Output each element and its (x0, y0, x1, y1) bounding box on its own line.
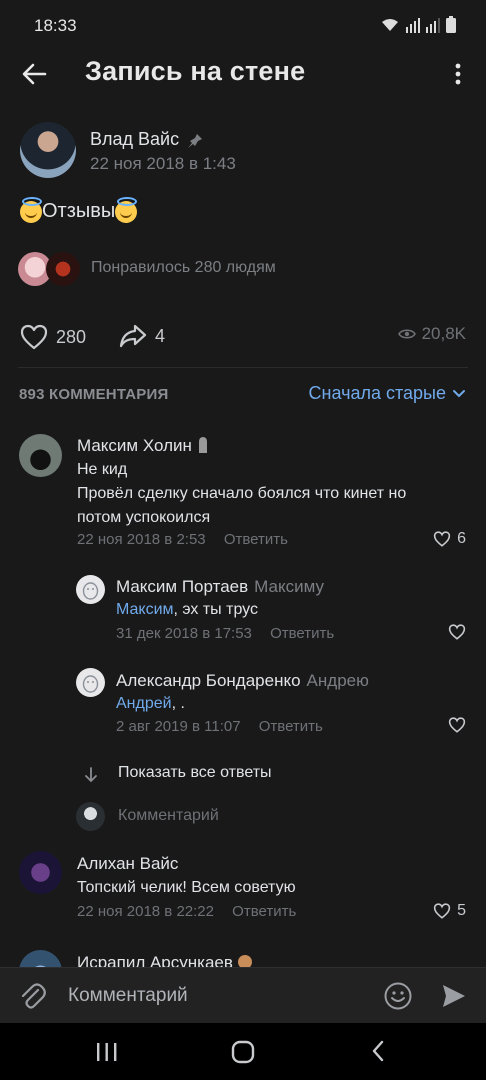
sort-dropdown[interactable]: Сначала старые (309, 383, 466, 404)
paperclip-icon[interactable] (20, 982, 46, 1010)
reply-input-placeholder[interactable]: Комментарий (118, 807, 219, 825)
dog-default-avatar-icon (82, 582, 99, 600)
post-date: 22 ноя 2018 в 1:43 (90, 154, 236, 173)
post-text: Отзывы (20, 196, 138, 223)
more-options-icon[interactable] (448, 60, 468, 88)
heart-icon (448, 717, 466, 733)
share-arrow-icon (119, 324, 147, 348)
dog-default-avatar-icon (82, 675, 99, 693)
status-bar: 18:33 (0, 0, 486, 52)
comment-avatar[interactable] (19, 851, 62, 894)
heart-icon (448, 624, 466, 640)
likers-avatars[interactable] (18, 252, 82, 286)
pin-icon (188, 134, 202, 148)
reply-meta: 31 дек 2018 в 17:53 Ответить (116, 625, 334, 642)
page-title: Запись на стене (85, 56, 306, 86)
comment-author[interactable]: Максим Холин (77, 436, 209, 456)
comment-date: 22 ноя 2018 в 2:53 (77, 531, 206, 548)
comment-input[interactable]: Комментарий (68, 985, 188, 1007)
like-button[interactable]: 280 (20, 324, 86, 350)
comment-like-count: 5 (457, 902, 466, 919)
heart-icon (433, 531, 451, 547)
reply-button[interactable]: Ответить (270, 625, 334, 642)
views-count: 20,8K (397, 324, 466, 344)
signal-icon (406, 17, 420, 33)
comment-meta: 22 ноя 2018 в 22:22 Ответить (77, 903, 296, 920)
moai-emoji-icon (198, 437, 207, 453)
post-text-content: Отзывы (42, 200, 116, 222)
share-button[interactable]: 4 (119, 324, 165, 348)
battery-icon (446, 16, 456, 33)
show-all-replies-button[interactable]: Показать все ответы (84, 764, 384, 788)
comment-avatar[interactable] (19, 434, 62, 477)
comment-composer: Комментарий (0, 967, 486, 1024)
liker-avatar (46, 252, 80, 286)
post-actions: 280 4 20,8K (0, 316, 486, 356)
comment-author[interactable]: Алихан Вайс (77, 854, 178, 874)
reply-button[interactable]: Ответить (224, 531, 288, 548)
comment-text: Не кид Провёл сделку сначало боялся что … (77, 461, 407, 526)
sort-label: Сначала старые (308, 383, 446, 403)
liked-by-text[interactable]: Понравилось 280 людям (91, 259, 276, 277)
send-icon[interactable] (441, 983, 467, 1009)
like-count: 280 (56, 326, 87, 347)
comment-like-button[interactable]: 5 (433, 902, 466, 920)
reply-author[interactable]: Максим Портаев Максиму (116, 577, 324, 597)
reply-avatar[interactable] (76, 575, 105, 604)
reply-input-row[interactable]: Комментарий (76, 802, 376, 832)
back-arrow-icon[interactable] (18, 58, 50, 90)
comment-like-count: 6 (457, 530, 466, 547)
top-app-bar: Запись на стене (0, 52, 486, 96)
post-author-name[interactable]: Влад Вайс (90, 129, 179, 150)
smile-emoji-icon[interactable] (384, 982, 412, 1010)
system-nav-bar (0, 1023, 486, 1080)
reply-avatar[interactable] (76, 668, 105, 697)
reply-text: Андрей, . (116, 695, 185, 712)
comment-date: 22 ноя 2018 в 22:22 (77, 903, 214, 920)
reply-date: 2 авг 2019 в 11:07 (116, 718, 241, 735)
mention-link[interactable]: Андрей (116, 695, 172, 712)
comments-count: 893 КОММЕНТАРИЯ (19, 386, 169, 403)
eye-icon (397, 329, 416, 339)
status-time: 18:33 (34, 16, 77, 35)
comment-like-button[interactable]: 6 (433, 530, 466, 548)
reply-meta: 2 авг 2019 в 11:07 Ответить (116, 718, 323, 735)
post-author-avatar[interactable] (20, 122, 76, 178)
views-value: 20,8K (421, 324, 466, 343)
nav-back-icon[interactable] (370, 1040, 386, 1062)
chevron-down-icon (453, 389, 465, 397)
reply-author[interactable]: Александр Бондаренко Андрею (116, 671, 369, 691)
reply-like-button[interactable] (448, 717, 466, 733)
reply-button[interactable]: Ответить (232, 903, 296, 920)
smiling-halo-emoji-icon (20, 196, 42, 223)
reply-date: 31 дек 2018 в 17:53 (116, 625, 252, 642)
comments-header: 893 КОММЕНТАРИЯ Сначала старые (0, 382, 486, 408)
screen: 18:33 Запись на стене Влад Вайс 22 ноя 2… (0, 0, 486, 1080)
signal-icon-2 (426, 17, 440, 33)
smiling-halo-emoji-icon (115, 196, 138, 223)
comment-text: Топский челик! Всем советую (77, 879, 296, 896)
show-all-replies-label: Показать все ответы (118, 764, 272, 781)
mention-link[interactable]: Максим (116, 601, 174, 618)
wifi-icon (382, 18, 398, 31)
arrow-down-icon (85, 767, 97, 783)
status-icons (380, 16, 456, 33)
heart-icon (20, 324, 48, 350)
recent-apps-icon[interactable] (96, 1042, 118, 1062)
reply-like-button[interactable] (448, 624, 466, 640)
my-avatar (76, 802, 105, 831)
comment-meta: 22 ноя 2018 в 2:53 Ответить (77, 531, 288, 548)
share-count: 4 (155, 325, 166, 346)
home-icon[interactable] (231, 1040, 255, 1064)
divider (18, 367, 468, 368)
reply-text: Максим, эх ты трус (116, 601, 258, 618)
heart-icon (433, 903, 451, 919)
reply-button[interactable]: Ответить (259, 718, 323, 735)
